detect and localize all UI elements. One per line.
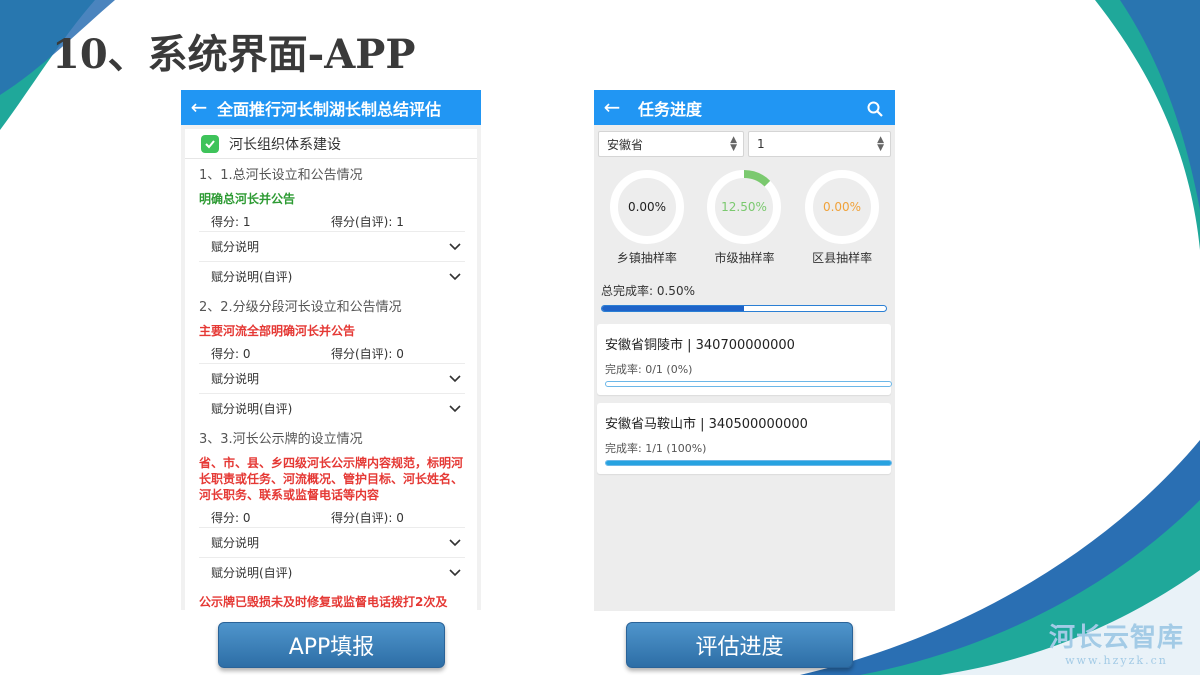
- score: 得分: 0: [211, 346, 251, 361]
- gauge-town: 0.00% 乡镇抽样率: [607, 169, 687, 266]
- app-bar-title: 任务进度: [638, 99, 703, 119]
- total-completion-label: 总完成率: 0.50%: [601, 284, 695, 298]
- chevron-down-icon[interactable]: [445, 372, 465, 386]
- sort-arrows-icon: ▲ ▼: [730, 135, 737, 153]
- item-standard: 省、市、县、乡四级河长公示牌内容规范，标明河长职责或任务、河流概况、管护目标、河…: [199, 456, 464, 502]
- score: 得分: 1: [211, 214, 251, 229]
- explain-self-label: 赋分说明(自评): [211, 566, 293, 580]
- app-bar: ← 全面推行河长制湖长制总结评估: [181, 90, 481, 125]
- app-bar: ← 任务进度: [594, 90, 895, 125]
- score-row: 得分: 0 得分(自评): 0: [185, 339, 477, 363]
- watermark-url: www.hzyzk.cn: [1065, 654, 1168, 667]
- explain-self-label: 赋分说明(自评): [211, 270, 293, 284]
- self-score: 得分(自评): 0: [331, 510, 404, 525]
- item-question: 2、2.分级分段河长设立和公告情况: [199, 300, 402, 315]
- gauge-label: 乡镇抽样率: [616, 251, 677, 265]
- list-item[interactable]: 安徽省马鞍山市 | 340500000000 完成率: 1/1 (100%): [597, 403, 892, 474]
- list-item: 2、2.分级分段河长设立和公告情况 主要河流全部明确河长并公告 得分: 0 得分…: [185, 291, 477, 423]
- list-item: 3、3.河长公示牌的设立情况 省、市、县、乡四级河长公示牌内容规范，标明河长职责…: [185, 423, 477, 587]
- app-fill-button[interactable]: APP填报: [218, 622, 445, 668]
- city-title: 安徽省铜陵市 | 340700000000: [605, 338, 795, 353]
- item-question: 3、3.河长公示牌的设立情况: [199, 432, 363, 447]
- explain-self-accordion[interactable]: 赋分说明(自评): [199, 557, 465, 587]
- search-icon[interactable]: [867, 90, 883, 125]
- explain-label: 赋分说明: [211, 372, 260, 386]
- province-select[interactable]: 安徽省 ▲ ▼: [598, 131, 744, 157]
- city-progress-bar: [605, 381, 892, 387]
- city-rate: 完成率: 1/1 (100%): [605, 442, 707, 455]
- arrow-left-icon[interactable]: ←: [594, 90, 630, 125]
- item-standard: 明确总河长并公告: [199, 192, 296, 206]
- gauge-label: 市级抽样率: [714, 251, 775, 265]
- list-item[interactable]: 安徽省铜陵市 | 340700000000 完成率: 0/1 (0%): [597, 324, 892, 395]
- item-question: 1、1.总河长设立和公告情况: [199, 168, 363, 183]
- arrow-left-icon[interactable]: ←: [181, 90, 217, 125]
- gauge-district: 0.00% 区县抽样率: [802, 169, 882, 266]
- explain-label: 赋分说明: [211, 240, 260, 254]
- gauge-label: 区县抽样率: [812, 251, 873, 265]
- score-row: 得分: 1 得分(自评): 1: [185, 207, 477, 231]
- explain-self-accordion[interactable]: 赋分说明(自评): [199, 261, 465, 291]
- chevron-down-icon[interactable]: [445, 240, 465, 254]
- gauge-value: 0.00%: [628, 200, 666, 214]
- self-score: 得分(自评): 1: [331, 214, 404, 229]
- chevron-down-icon[interactable]: [445, 402, 465, 416]
- city-rate: 完成率: 0/1 (0%): [605, 363, 693, 376]
- self-score: 得分(自评): 0: [331, 346, 404, 361]
- progress-button[interactable]: 评估进度: [626, 622, 853, 668]
- round-select-value: 1: [757, 137, 765, 151]
- explain-accordion[interactable]: 赋分说明: [199, 527, 465, 557]
- app-fill-screen: ← 全面推行河长制湖长制总结评估 河长组织体系建设 1、1.总河长设立和公告情况…: [181, 90, 481, 610]
- total-progress-bar: [601, 305, 887, 312]
- sort-arrows-icon: ▲ ▼: [877, 135, 884, 153]
- city-progress-fill: [606, 461, 891, 465]
- watermark: 河长云智库 www.hzyzk.cn: [1049, 617, 1184, 667]
- explain-self-label: 赋分说明(自评): [211, 402, 293, 416]
- app-bar-title: 全面推行河长制湖长制总结评估: [217, 99, 442, 119]
- score: 得分: 0: [211, 510, 251, 525]
- section-title: 河长组织体系建设: [229, 136, 341, 153]
- explain-accordion[interactable]: 赋分说明: [199, 231, 465, 261]
- explain-label: 赋分说明: [211, 536, 260, 550]
- explain-accordion[interactable]: 赋分说明: [199, 363, 465, 393]
- score-row: 得分: 0 得分(自评): 0: [185, 503, 477, 527]
- city-title: 安徽省马鞍山市 | 340500000000: [605, 417, 808, 432]
- chevron-down-icon[interactable]: [445, 566, 465, 580]
- evaluation-card: 河长组织体系建设 1、1.总河长设立和公告情况 明确总河长并公告 得分: 1 得…: [185, 129, 477, 610]
- gauge-value: 0.00%: [823, 200, 861, 214]
- task-progress-screen: ← 任务进度 安徽省 ▲ ▼ 1 ▲ ▼ 0.00% 乡镇抽样率 12.50% …: [594, 90, 895, 611]
- chevron-down-icon[interactable]: [445, 270, 465, 284]
- list-item: 1、1.总河长设立和公告情况 明确总河长并公告 得分: 1 得分(自评): 1 …: [185, 159, 477, 291]
- watermark-name: 河长云智库: [1048, 623, 1184, 653]
- city-progress-bar: [605, 460, 892, 466]
- chevron-down-icon[interactable]: [445, 536, 465, 550]
- item-standard-cut: 公示牌已毁损未及时修复或监督电话拨打2次及: [199, 595, 448, 609]
- gauge-value: 12.50%: [722, 200, 768, 214]
- item-standard: 主要河流全部明确河长并公告: [199, 324, 356, 338]
- province-select-value: 安徽省: [607, 137, 644, 152]
- check-badge-icon: [201, 134, 219, 153]
- gauge-city: 12.50% 市级抽样率: [704, 169, 784, 266]
- section-header: 河长组织体系建设: [185, 129, 477, 159]
- slide-title: 10、系统界面-APP: [52, 31, 416, 78]
- round-select[interactable]: 1 ▲ ▼: [748, 131, 891, 157]
- total-progress-fill: [602, 306, 744, 311]
- explain-self-accordion[interactable]: 赋分说明(自评): [199, 393, 465, 423]
